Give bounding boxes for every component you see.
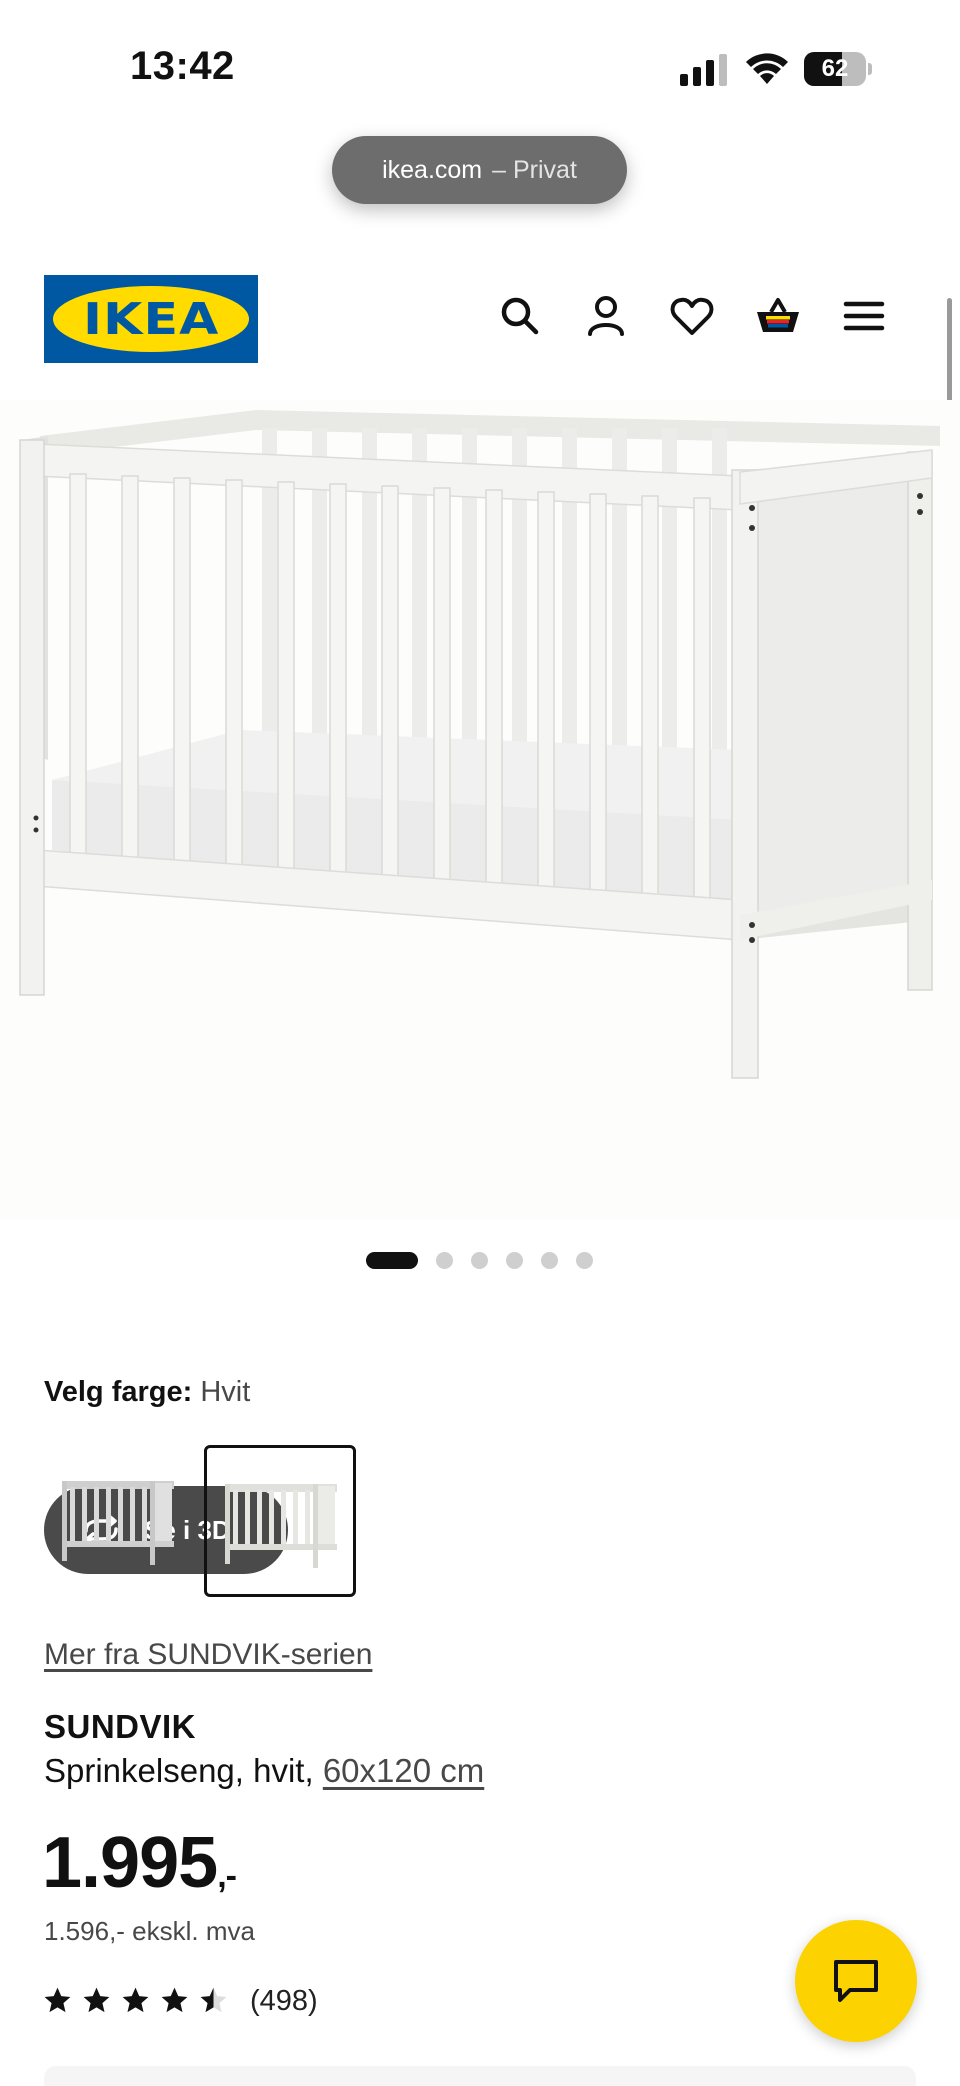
product-size-link[interactable]: 60x120 cm bbox=[323, 1752, 484, 1789]
carousel-dot-3[interactable] bbox=[471, 1251, 488, 1269]
carousel-dot-1[interactable] bbox=[366, 1251, 418, 1269]
product-image bbox=[19, 410, 940, 1079]
url-domain: ikea.com bbox=[382, 155, 483, 184]
wifi-icon bbox=[746, 53, 788, 84]
account-icon[interactable] bbox=[582, 292, 630, 340]
star-icon bbox=[44, 1987, 71, 2013]
carousel-indicator bbox=[366, 1250, 593, 1270]
star-half-icon bbox=[200, 1987, 227, 2013]
price-value: 1.995 bbox=[42, 1823, 218, 1903]
carousel-dot-4[interactable] bbox=[506, 1251, 523, 1269]
color-swatch-1[interactable] bbox=[44, 1445, 196, 1597]
battery-icon: 62 bbox=[804, 52, 872, 86]
star-icon bbox=[122, 1987, 149, 2013]
star-icon bbox=[83, 1987, 110, 2013]
status-time: 13:42 bbox=[130, 44, 235, 88]
url-bar[interactable]: ikea.com – Privat bbox=[332, 136, 627, 204]
shopping-bag-icon[interactable] bbox=[754, 292, 802, 340]
carousel-dot-6[interactable] bbox=[576, 1251, 593, 1269]
product-type: Sprinkelseng, hvit, bbox=[44, 1752, 314, 1789]
price-excl-vat: 1.596,- ekskl. mva bbox=[44, 1916, 255, 1946]
review-count[interactable]: (498) bbox=[250, 1985, 318, 2018]
color-label-key: Velg farge: bbox=[44, 1376, 193, 1408]
private-mode-label: – Privat bbox=[492, 155, 577, 184]
color-picker-label: Velg farge: Hvit bbox=[44, 1376, 250, 1409]
series-link[interactable]: Mer fra SUNDVIK-serien bbox=[44, 1638, 372, 1672]
bottom-info-card bbox=[44, 2066, 916, 2086]
heart-icon[interactable] bbox=[668, 292, 716, 340]
status-bar: 13:42 62 bbox=[0, 0, 960, 130]
logo-oval: IKEA bbox=[53, 286, 249, 352]
star-icon bbox=[161, 1987, 188, 2013]
product-name: SUNDVIK bbox=[44, 1708, 197, 1745]
color-swatch-1-thumbnail bbox=[62, 1481, 174, 1565]
carousel-dot-5[interactable] bbox=[541, 1251, 558, 1269]
search-icon[interactable] bbox=[496, 292, 544, 340]
chat-button[interactable] bbox=[795, 1920, 917, 2042]
color-selected-value: Hvit bbox=[200, 1376, 251, 1408]
carousel-dot-2[interactable] bbox=[436, 1251, 453, 1269]
product-image-gallery[interactable]: Se i 3D bbox=[0, 400, 960, 1574]
rating-stars[interactable] bbox=[42, 1985, 229, 2016]
product-description: Sprinkelseng, hvit, 60x120 cm bbox=[44, 1752, 484, 1790]
color-swatch-2-thumbnail bbox=[225, 1484, 337, 1568]
color-swatch-2[interactable] bbox=[204, 1445, 356, 1597]
menu-icon[interactable] bbox=[840, 292, 888, 340]
chat-icon bbox=[834, 1960, 878, 2002]
battery-percent: 62 bbox=[821, 55, 849, 82]
price: 1.995,- bbox=[42, 1822, 237, 1904]
ikea-logo[interactable]: IKEA bbox=[44, 275, 258, 363]
cellular-signal-icon bbox=[680, 54, 727, 86]
logo-text: IKEA bbox=[82, 293, 220, 345]
price-suffix: ,- bbox=[217, 1857, 237, 1895]
